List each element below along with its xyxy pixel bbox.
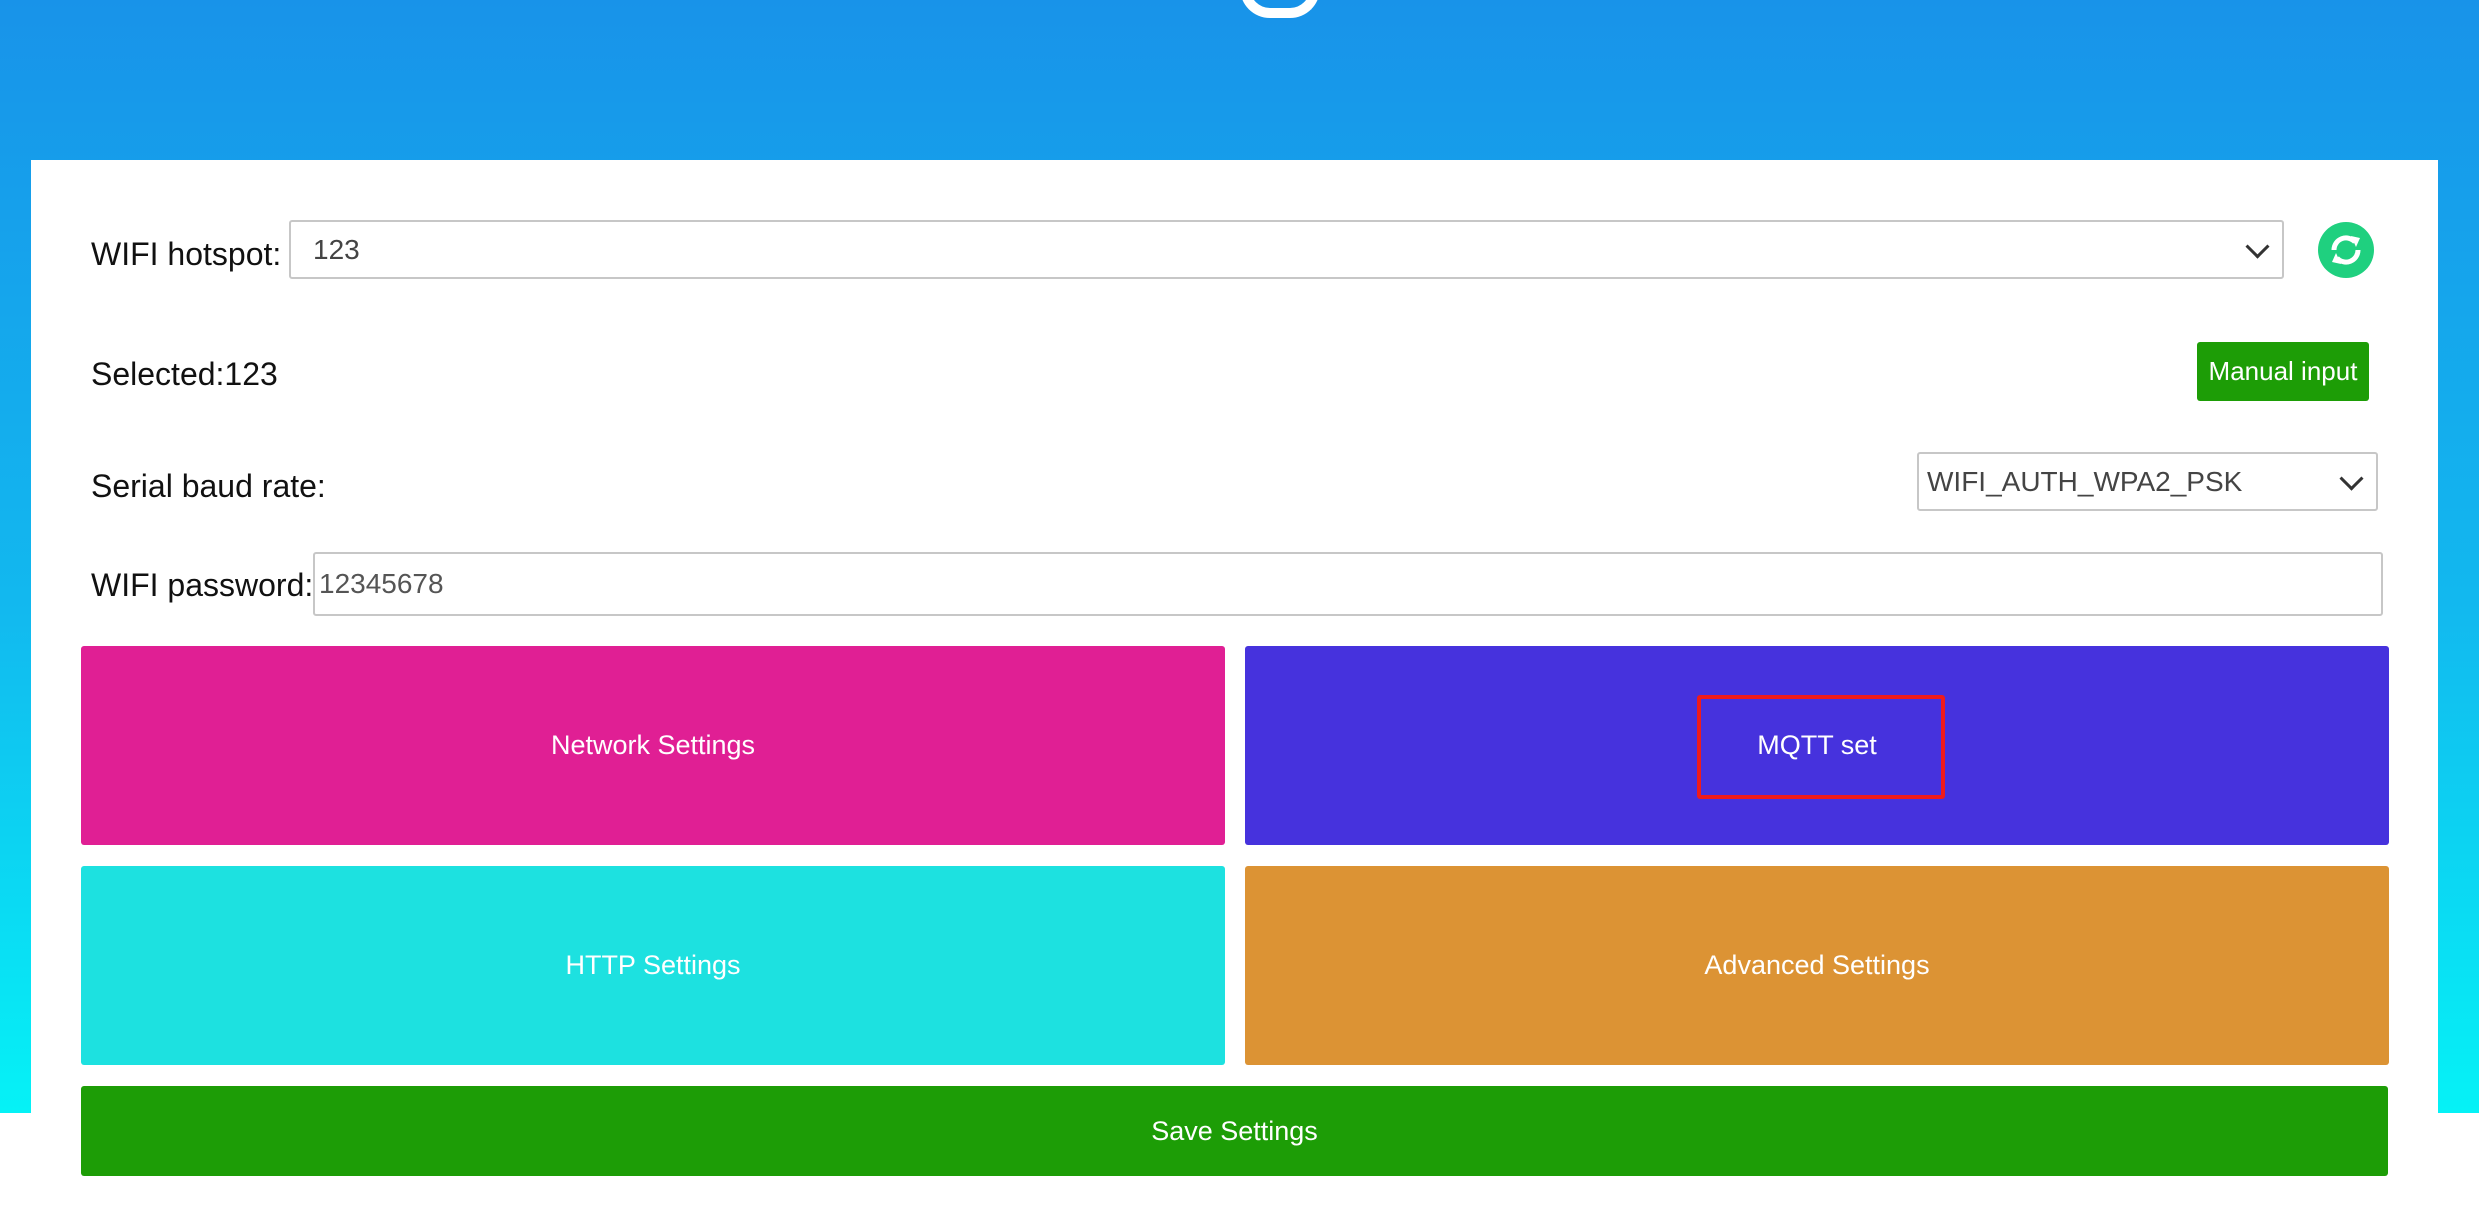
baud-rate-label: Serial baud rate: xyxy=(91,468,326,504)
refresh-button[interactable] xyxy=(2318,222,2374,278)
manual-input-button[interactable]: Manual input xyxy=(2197,342,2369,401)
title-fragment xyxy=(1240,0,1320,18)
wifi-password-label: WIFI password: xyxy=(91,567,314,603)
save-settings-button[interactable]: Save Settings xyxy=(81,1086,2388,1176)
selected-status: Selected:123 xyxy=(91,356,278,392)
save-settings-label: Save Settings xyxy=(1151,1115,1318,1146)
refresh-icon xyxy=(2331,235,2361,265)
chevron-down-icon xyxy=(2339,466,2364,491)
auth-mode-select[interactable]: WIFI_AUTH_WPA2_PSK xyxy=(1917,452,2378,511)
mqtt-set-label: MQTT set xyxy=(1757,730,1877,760)
wifi-password-field[interactable] xyxy=(313,552,2383,616)
wifi-hotspot-value: 123 xyxy=(313,233,360,265)
advanced-settings-button[interactable]: Advanced Settings xyxy=(1245,866,2389,1065)
http-settings-button[interactable]: HTTP Settings xyxy=(81,866,1225,1065)
network-settings-label: Network Settings xyxy=(550,730,756,760)
mqtt-set-button[interactable]: MQTT set xyxy=(1245,646,2389,845)
wifi-hotspot-select[interactable]: 123 xyxy=(289,220,2284,279)
chevron-down-icon xyxy=(2245,234,2270,259)
auth-mode-value: WIFI_AUTH_WPA2_PSK xyxy=(1927,465,2243,497)
wifi-hotspot-label: WIFI hotspot: xyxy=(91,236,282,272)
http-settings-label: HTTP Settings xyxy=(565,950,741,980)
advanced-settings-label: Advanced Settings xyxy=(1704,950,1930,980)
network-settings-button[interactable]: Network Settings xyxy=(81,646,1225,845)
